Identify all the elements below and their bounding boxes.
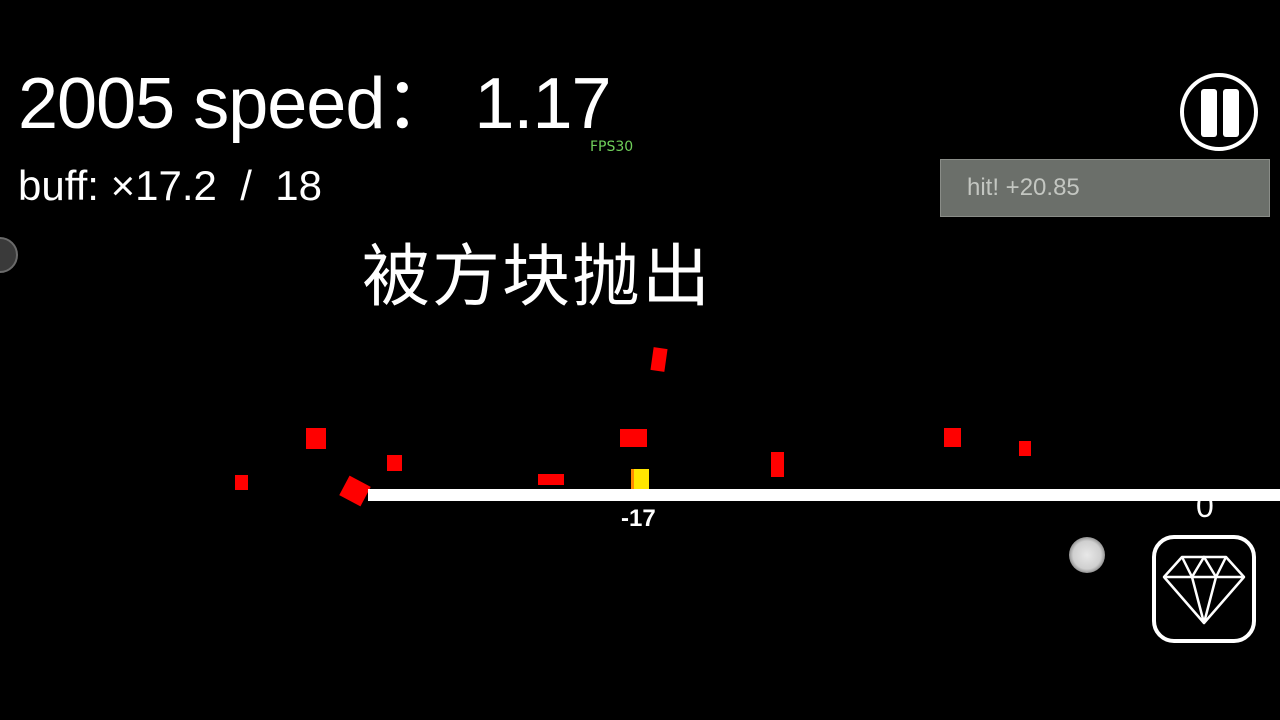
pause-icon-bar <box>1223 89 1239 137</box>
buff-max: 18 <box>275 162 322 209</box>
track-end-value: 0 <box>1196 488 1214 524</box>
diamond-button[interactable] <box>1152 535 1256 643</box>
speed-label: speed： <box>193 64 456 144</box>
buff-readout: buff: ×17.2 / 18 <box>18 165 322 207</box>
red-block <box>771 452 784 477</box>
player-cube <box>631 469 649 489</box>
game-screen: 2005 speed： 1.17 FPS30 buff: ×17.2 / 18 … <box>0 0 1280 720</box>
side-menu-handle[interactable] <box>0 237 18 273</box>
red-block <box>620 429 647 447</box>
red-block <box>306 428 326 449</box>
red-block <box>235 475 248 490</box>
pause-button[interactable] <box>1180 73 1258 151</box>
orb-icon <box>1069 537 1105 573</box>
red-block <box>538 474 564 485</box>
buff-label: buff: ×17.2 <box>18 162 217 209</box>
speed-value: 1.17 <box>474 64 611 144</box>
red-block <box>944 428 961 447</box>
score-value: 2005 <box>18 64 175 144</box>
score-speed-readout: 2005 speed： 1.17 <box>18 68 612 140</box>
event-message: 被方块抛出 <box>362 238 713 317</box>
red-block <box>339 475 371 507</box>
red-block <box>650 347 668 372</box>
pause-icon <box>1201 89 1217 137</box>
track-line <box>368 489 1280 501</box>
red-block <box>387 455 402 471</box>
fps-counter: FPS30 <box>590 139 634 155</box>
buff-divider: / <box>240 162 252 209</box>
red-block <box>1019 441 1031 456</box>
hit-toast: hit! +20.85 <box>940 159 1270 217</box>
diamond-icon <box>1162 555 1246 625</box>
track-position-label: -17 <box>621 505 656 532</box>
